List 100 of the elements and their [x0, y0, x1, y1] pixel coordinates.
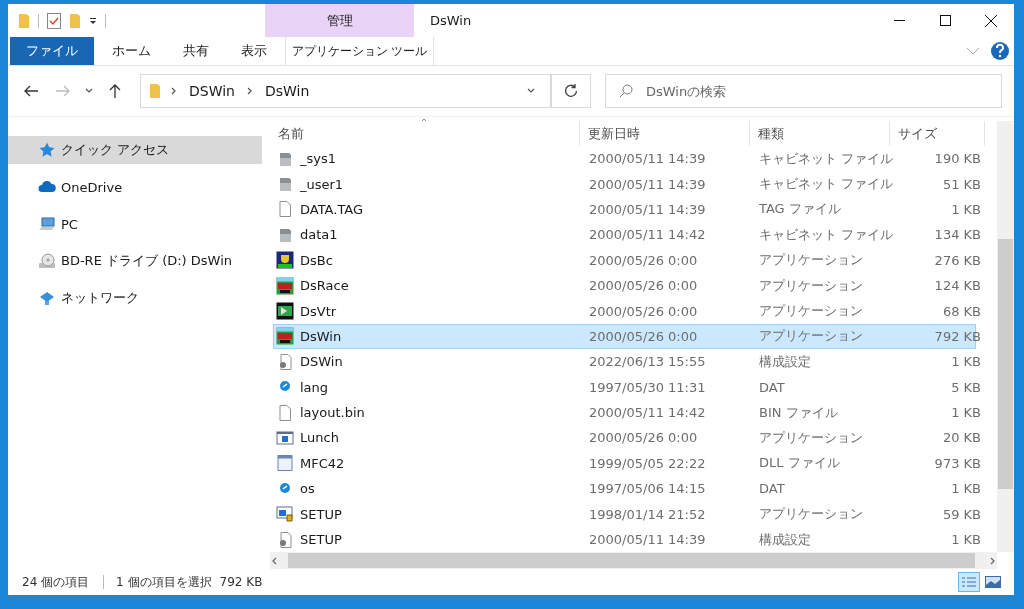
file-size: 134 KB [933, 227, 982, 243]
modified-date: 2000/05/26 0:00 [588, 430, 699, 446]
file-type: 構成設定 [758, 530, 812, 549]
modified-date: 2000/05/26 0:00 [588, 252, 699, 268]
file-type: アプリケーション [758, 251, 864, 270]
document-icon [276, 200, 294, 219]
file-size: 59 KB [941, 506, 982, 522]
ribbon-tab[interactable]: アプリケーション ツール [285, 37, 434, 65]
file-type: アプリケーション [758, 302, 864, 321]
file-type: キャビネット ファイル [758, 225, 894, 244]
navigation-item[interactable]: PC [8, 210, 262, 238]
search-icon [619, 84, 633, 98]
file-size: 1 KB [950, 354, 982, 370]
horizontal-scrollbar[interactable] [270, 552, 997, 569]
file-name: SETUP [300, 506, 342, 522]
vertical-scrollbar[interactable] [997, 121, 1014, 553]
navigation-item[interactable]: OneDrive [8, 173, 262, 201]
file-type: DAT [758, 379, 786, 395]
file-type: BIN ファイル [758, 403, 839, 422]
file-size: 190 KB [933, 151, 982, 167]
modified-date: 1997/05/30 11:31 [588, 379, 707, 395]
breadcrumb[interactable]: DSWin [187, 83, 237, 99]
file-type: キャビネット ファイル [758, 149, 894, 168]
file-name: DsRace [300, 278, 349, 294]
star-icon [38, 141, 56, 159]
properties-icon[interactable] [47, 12, 61, 29]
file-name: SETUP [300, 532, 342, 548]
file-size: 276 KB [933, 252, 982, 268]
file-name: DsBc [300, 252, 333, 268]
window-title: DsWin [429, 12, 473, 30]
file-size: 124 KB [933, 278, 982, 294]
minimize-icon [893, 20, 905, 21]
computer-icon [38, 215, 56, 233]
picture-icon [985, 576, 1001, 588]
back-arrow-icon [23, 85, 39, 97]
file-type: キャビネット ファイル [758, 175, 894, 194]
file-name: DATA.TAG [300, 201, 364, 217]
refresh-button[interactable] [551, 74, 591, 108]
file-name: lang [300, 379, 329, 395]
file-size: 5 KB [950, 379, 982, 395]
selection-size: 792 KB [219, 575, 264, 589]
modified-date: 2000/05/26 0:00 [588, 278, 699, 294]
modified-date: 1998/01/14 21:52 [588, 506, 707, 522]
file-name: DSWin [300, 354, 343, 370]
forward-arrow-icon [55, 85, 71, 97]
modified-date: 1999/05/05 22:22 [588, 455, 707, 471]
file-name: data1 [300, 227, 338, 243]
file-name: DsWin [300, 328, 342, 344]
file-type: アプリケーション [758, 276, 864, 295]
file-type: アプリケーション [758, 505, 864, 524]
file-size: 68 KB [941, 303, 982, 319]
file-type: DLL ファイル [758, 454, 841, 473]
file-size: 973 KB [933, 455, 982, 471]
navigation-item[interactable]: クイック アクセス [8, 136, 262, 164]
file-name: DsVtr [300, 303, 337, 319]
file-name: layout.bin [300, 405, 365, 421]
modified-date: 2000/05/26 0:00 [588, 303, 699, 319]
item-count: 24 個の項目 [22, 573, 91, 591]
file-type: TAG ファイル [758, 200, 842, 219]
file-name: _user1 [300, 176, 344, 192]
file-type: DAT [758, 481, 786, 497]
context-tab-group: 管理 [265, 4, 414, 37]
modified-date: 2000/05/11 14:42 [588, 405, 707, 421]
folder-icon [149, 83, 161, 99]
modified-date: 2022/06/13 15:55 [588, 354, 707, 370]
document-icon [276, 403, 294, 422]
file-size: 51 KB [941, 176, 982, 192]
file-size: 1 KB [950, 201, 982, 217]
disc-drive-icon [38, 252, 56, 270]
folder-icon [18, 12, 30, 29]
file-size: 20 KB [941, 430, 982, 446]
new-folder-icon [69, 12, 81, 29]
installer-icon [276, 505, 294, 524]
navigation-item[interactable]: ネットワーク [8, 284, 262, 312]
library-file-icon [276, 454, 294, 473]
modified-date: 2000/05/26 0:00 [588, 328, 699, 344]
file-type: アプリケーション [758, 429, 864, 447]
modified-date: 2000/05/11 14:39 [588, 151, 707, 167]
modified-date: 2000/05/11 14:39 [588, 201, 707, 217]
file-size: 1 KB [950, 405, 982, 421]
search-field[interactable]: DsWinの検索 [605, 74, 1002, 108]
selection-status: 1 個の項目を選択 [115, 573, 213, 591]
navigation-item[interactable]: BD-RE ドライブ (D:) DsWin [8, 247, 262, 275]
modified-date: 1997/05/06 14:15 [588, 481, 707, 497]
maximize-icon [939, 15, 951, 26]
file-name: os [300, 481, 315, 497]
breadcrumb[interactable]: DsWin [262, 83, 312, 99]
file-name: Lunch [300, 430, 339, 446]
film-icon [276, 302, 294, 321]
modified-date: 2000/05/11 14:39 [588, 176, 707, 192]
ribbon-tab[interactable]: ファイル [10, 37, 94, 65]
modified-date: 2000/05/11 14:42 [588, 227, 707, 243]
dropdown-icon[interactable] [89, 16, 97, 25]
program-window-icon [276, 429, 294, 447]
file-type: 構成設定 [758, 352, 812, 371]
file-name: MFC42 [300, 455, 345, 471]
close-icon [985, 14, 997, 27]
network-icon [38, 289, 56, 307]
modified-date: 2000/05/11 14:39 [588, 532, 707, 548]
file-type: アプリケーション [758, 327, 864, 346]
